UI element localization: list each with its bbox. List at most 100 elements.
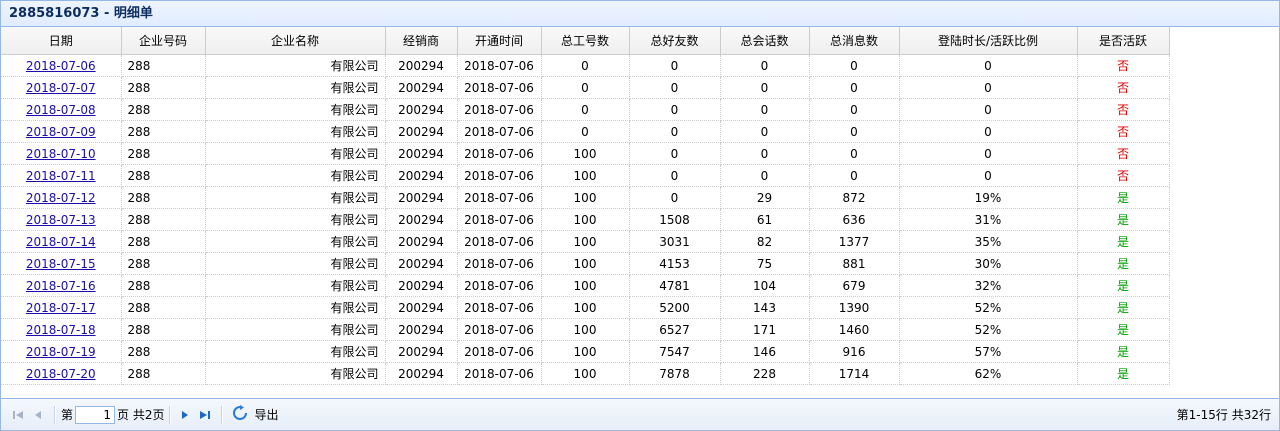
next-page-icon[interactable] xyxy=(176,406,194,424)
cell-dealer: 200294 xyxy=(385,230,458,253)
cell-date: 2018-07-16 xyxy=(1,274,122,297)
cell-open-time: 2018-07-06 xyxy=(457,98,542,121)
column-header[interactable]: 经销商 xyxy=(385,27,458,55)
date-link[interactable]: 2018-07-08 xyxy=(26,103,96,117)
date-link[interactable]: 2018-07-15 xyxy=(26,257,96,271)
page-total-label: 页 共2页 xyxy=(117,408,165,422)
table-row: 2018-07-14 288 有限公司 200294 2018-07-06 100 3031… xyxy=(1,230,1170,253)
cell-corp-name: 有限公司 xyxy=(205,142,386,165)
table-row: 2018-07-12 288 有限公司 200294 2018-07-06 100 0 29 8… xyxy=(1,186,1170,209)
column-header[interactable]: 登陆时长/活跃比例 xyxy=(899,27,1078,55)
cell-ratio: 0 xyxy=(899,76,1078,99)
cell-sessions: 82 xyxy=(720,230,810,253)
column-header[interactable]: 总消息数 xyxy=(809,27,900,55)
date-link[interactable]: 2018-07-14 xyxy=(26,235,96,249)
cell-messages: 0 xyxy=(809,120,900,143)
date-link[interactable]: 2018-07-20 xyxy=(26,367,96,381)
date-link[interactable]: 2018-07-12 xyxy=(26,191,96,205)
cell-ratio: 30% xyxy=(899,252,1078,275)
table-row: 2018-07-13 288 有限公司 200294 2018-07-06 100 1508… xyxy=(1,208,1170,231)
cell-sessions: 0 xyxy=(720,98,810,121)
cell-open-time: 2018-07-06 xyxy=(457,252,542,275)
date-link[interactable]: 2018-07-17 xyxy=(26,301,96,315)
page-number-input[interactable] xyxy=(75,405,116,424)
cell-date: 2018-07-20 xyxy=(1,362,122,385)
refresh-icon[interactable] xyxy=(232,404,248,425)
date-link[interactable]: 2018-07-06 xyxy=(26,59,96,73)
column-header[interactable]: 开通时间 xyxy=(457,27,542,55)
date-link[interactable]: 2018-07-07 xyxy=(26,81,96,95)
date-link[interactable]: 2018-07-16 xyxy=(26,279,96,293)
cell-corp-no: 288 xyxy=(121,142,206,165)
table-row: 2018-07-10 288 有限公司 200294 2018-07-06 100 0 0 0 0… xyxy=(1,142,1170,165)
cell-friends: 5200 xyxy=(629,296,721,319)
cell-dealer: 200294 xyxy=(385,142,458,165)
cell-active: 是 xyxy=(1077,362,1170,385)
cell-open-time: 2018-07-06 xyxy=(457,186,542,209)
pager-separator xyxy=(54,405,56,424)
cell-corp-no: 288 xyxy=(121,274,206,297)
date-link[interactable]: 2018-07-13 xyxy=(26,213,96,227)
column-header[interactable]: 是否活跃 xyxy=(1077,27,1170,55)
cell-corp-name: 有限公司 xyxy=(205,186,386,209)
column-header[interactable]: 企业名称 xyxy=(205,27,386,55)
cell-active: 是 xyxy=(1077,340,1170,363)
cell-staff: 0 xyxy=(541,54,630,77)
cell-friends: 0 xyxy=(629,76,721,99)
cell-dealer: 200294 xyxy=(385,362,458,385)
cell-corp-name: 有限公司 xyxy=(205,252,386,275)
cell-corp-no: 288 xyxy=(121,318,206,341)
date-link[interactable]: 2018-07-09 xyxy=(26,125,96,139)
cell-corp-no: 288 xyxy=(121,208,206,231)
cell-ratio: 31% xyxy=(899,208,1078,231)
cell-corp-name: 有限公司 xyxy=(205,54,386,77)
row-count-summary: 第1-15行 共32行 xyxy=(1176,408,1271,422)
cell-friends: 0 xyxy=(629,54,721,77)
cell-messages: 916 xyxy=(809,340,900,363)
cell-sessions: 228 xyxy=(720,362,810,385)
date-link[interactable]: 2018-07-18 xyxy=(26,323,96,337)
last-page-icon[interactable] xyxy=(196,406,214,424)
cell-messages: 0 xyxy=(809,76,900,99)
first-page-icon[interactable] xyxy=(9,406,27,424)
cell-staff: 100 xyxy=(541,296,630,319)
cell-active: 是 xyxy=(1077,318,1170,341)
cell-sessions: 61 xyxy=(720,208,810,231)
export-button[interactable]: 导出 xyxy=(254,406,278,423)
column-header[interactable]: 企业号码 xyxy=(121,27,206,55)
cell-sessions: 0 xyxy=(720,54,810,77)
column-header[interactable]: 总好友数 xyxy=(629,27,721,55)
cell-active: 是 xyxy=(1077,230,1170,253)
cell-open-time: 2018-07-06 xyxy=(457,142,542,165)
cell-corp-name: 有限公司 xyxy=(205,164,386,187)
date-link[interactable]: 2018-07-11 xyxy=(26,169,96,183)
date-link[interactable]: 2018-07-10 xyxy=(26,147,96,161)
pager-separator xyxy=(169,405,172,424)
cell-friends: 4153 xyxy=(629,252,721,275)
cell-friends: 0 xyxy=(629,186,721,209)
cell-friends: 0 xyxy=(629,98,721,121)
cell-open-time: 2018-07-06 xyxy=(457,230,542,253)
cell-corp-no: 288 xyxy=(121,362,206,385)
prev-page-icon[interactable] xyxy=(29,406,47,424)
cell-corp-no: 288 xyxy=(121,186,206,209)
cell-staff: 100 xyxy=(541,186,630,209)
date-link[interactable]: 2018-07-19 xyxy=(26,345,96,359)
table-header-row: 日期 企业号码 企业名称 经销商 开通时间 总工号数 总好友数 总会话数 总消息数 登陆时长/活跃… xyxy=(1,27,1170,55)
cell-dealer: 200294 xyxy=(385,340,458,363)
column-header[interactable]: 日期 xyxy=(1,27,122,55)
cell-friends: 3031 xyxy=(629,230,721,253)
cell-corp-name: 有限公司 xyxy=(205,230,386,253)
cell-messages: 0 xyxy=(809,98,900,121)
column-header[interactable]: 总会话数 xyxy=(720,27,810,55)
cell-messages: 1377 xyxy=(809,230,900,253)
cell-dealer: 200294 xyxy=(385,164,458,187)
column-header[interactable]: 总工号数 xyxy=(541,27,630,55)
cell-ratio: 0 xyxy=(899,98,1078,121)
cell-friends: 7547 xyxy=(629,340,721,363)
cell-corp-name: 有限公司 xyxy=(205,76,386,99)
cell-open-time: 2018-07-06 xyxy=(457,164,542,187)
cell-date: 2018-07-06 xyxy=(1,54,122,77)
cell-staff: 100 xyxy=(541,340,630,363)
cell-open-time: 2018-07-06 xyxy=(457,340,542,363)
